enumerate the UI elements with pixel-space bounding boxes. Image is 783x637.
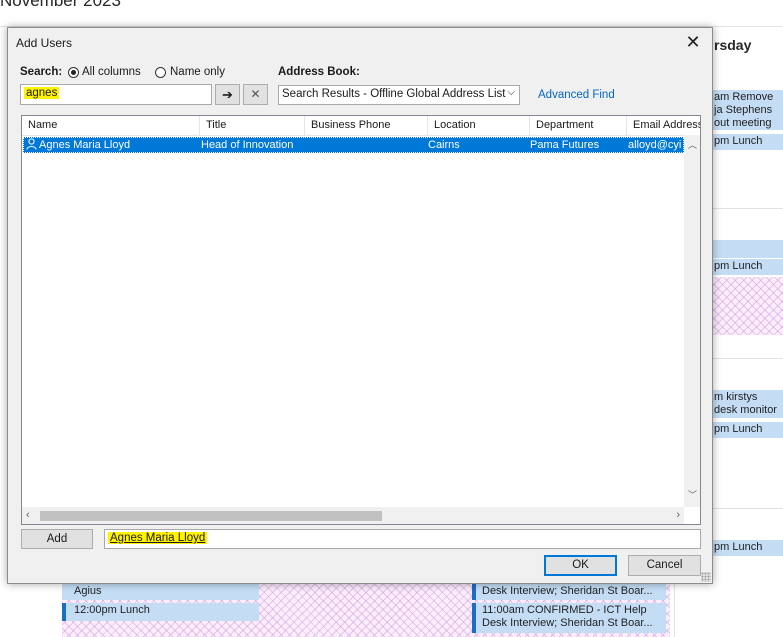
- dialog-title: Add Users: [16, 36, 73, 50]
- calendar-event[interactable]: 11:00am CONFIRMED - ICT Help Desk Interv…: [472, 603, 666, 633]
- calendar-event[interactable]: pm Lunch: [708, 134, 783, 150]
- radio-all-columns[interactable]: [68, 67, 79, 78]
- calendar-divider: [713, 358, 783, 359]
- go-button[interactable]: ➔: [215, 84, 240, 105]
- calendar-divider: [713, 508, 783, 509]
- column-header-location[interactable]: Location: [428, 116, 530, 135]
- calendar-event[interactable]: 12:00pm Lunch: [62, 603, 259, 621]
- calendar-event[interactable]: pm Lunch: [708, 259, 783, 275]
- cell-business-phone: [306, 138, 426, 153]
- cancel-button[interactable]: Cancel: [628, 555, 701, 576]
- search-input-value: agnes: [24, 87, 60, 99]
- column-header-title[interactable]: Title: [200, 116, 305, 135]
- user-icon: [26, 138, 38, 153]
- vertical-scrollbar[interactable]: ︿ ﹀: [684, 135, 700, 507]
- horizontal-scrollbar[interactable]: ‹ ›: [22, 507, 684, 524]
- cell-location: Cairns: [428, 139, 460, 151]
- calendar-event[interactable]: pm Lunch: [708, 540, 783, 556]
- calendar-month-title: November 2023: [0, 0, 121, 10]
- search-label: Search:: [20, 66, 63, 78]
- cell-name: Agnes Maria Lloyd: [39, 139, 131, 151]
- radio-name-only-label[interactable]: Name only: [170, 66, 225, 78]
- calendar-day-header: rsday: [714, 37, 752, 53]
- cell-title: Head of Innovation: [201, 139, 294, 151]
- ok-button[interactable]: OK: [544, 555, 617, 576]
- calendar-event[interactable]: m kirstys desk monitor etc: [708, 390, 783, 418]
- cell-department: Pama Futures: [530, 139, 600, 151]
- radio-all-columns-label[interactable]: All columns: [82, 66, 141, 78]
- cell-email: alloyd@cyi: [628, 139, 682, 151]
- resize-grip-icon[interactable]: [701, 572, 711, 582]
- scroll-right-icon[interactable]: ›: [676, 509, 680, 521]
- address-book-select[interactable]: Search Results - Offline Global Address …: [278, 85, 520, 105]
- busy-block: [713, 277, 783, 335]
- column-header-department[interactable]: Department: [530, 116, 627, 135]
- scroll-left-icon[interactable]: ‹: [26, 509, 30, 521]
- column-header-email[interactable]: Email Address: [627, 116, 700, 135]
- clear-search-button[interactable]: ✕: [243, 84, 268, 105]
- add-users-dialog: Add Users ✕ Search: All columns Name onl…: [7, 27, 713, 584]
- scroll-down-icon[interactable]: ﹀: [688, 488, 697, 501]
- search-input[interactable]: agnes: [20, 84, 212, 105]
- column-header-row: Name Title Business Phone Location Depar…: [22, 116, 700, 136]
- scroll-up-icon[interactable]: ︿: [688, 138, 697, 151]
- chevron-down-icon: ⌵: [507, 87, 515, 98]
- calendar-event[interactable]: Agius: [62, 584, 259, 600]
- column-header-name[interactable]: Name: [22, 116, 200, 135]
- add-button[interactable]: Add: [21, 529, 93, 549]
- close-icon[interactable]: ✕: [680, 31, 706, 53]
- scrollbar-thumb[interactable]: [40, 511, 382, 521]
- column-header-business-phone[interactable]: Business Phone: [305, 116, 428, 135]
- results-list[interactable]: Name Title Business Phone Location Depar…: [21, 115, 701, 525]
- added-users-field[interactable]: Agnes Maria Lloyd: [104, 529, 701, 549]
- table-row[interactable]: Agnes Maria Lloyd Head of Innovation Cai…: [23, 137, 684, 153]
- calendar-event[interactable]: [708, 240, 783, 258]
- calendar-event[interactable]: Desk Interview; Sheridan St Boar...: [472, 584, 666, 600]
- added-user-value[interactable]: Agnes Maria Lloyd: [108, 532, 208, 544]
- address-book-value: Search Results - Offline Global Address …: [282, 88, 506, 100]
- calendar-divider: [713, 208, 783, 209]
- calendar-event[interactable]: pm Lunch: [708, 422, 783, 438]
- address-book-label: Address Book:: [278, 66, 360, 78]
- advanced-find-link[interactable]: Advanced Find: [538, 89, 615, 101]
- calendar-event[interactable]: am Remove ja Stephens out meeting tomo: [708, 90, 783, 130]
- radio-name-only[interactable]: [155, 67, 166, 78]
